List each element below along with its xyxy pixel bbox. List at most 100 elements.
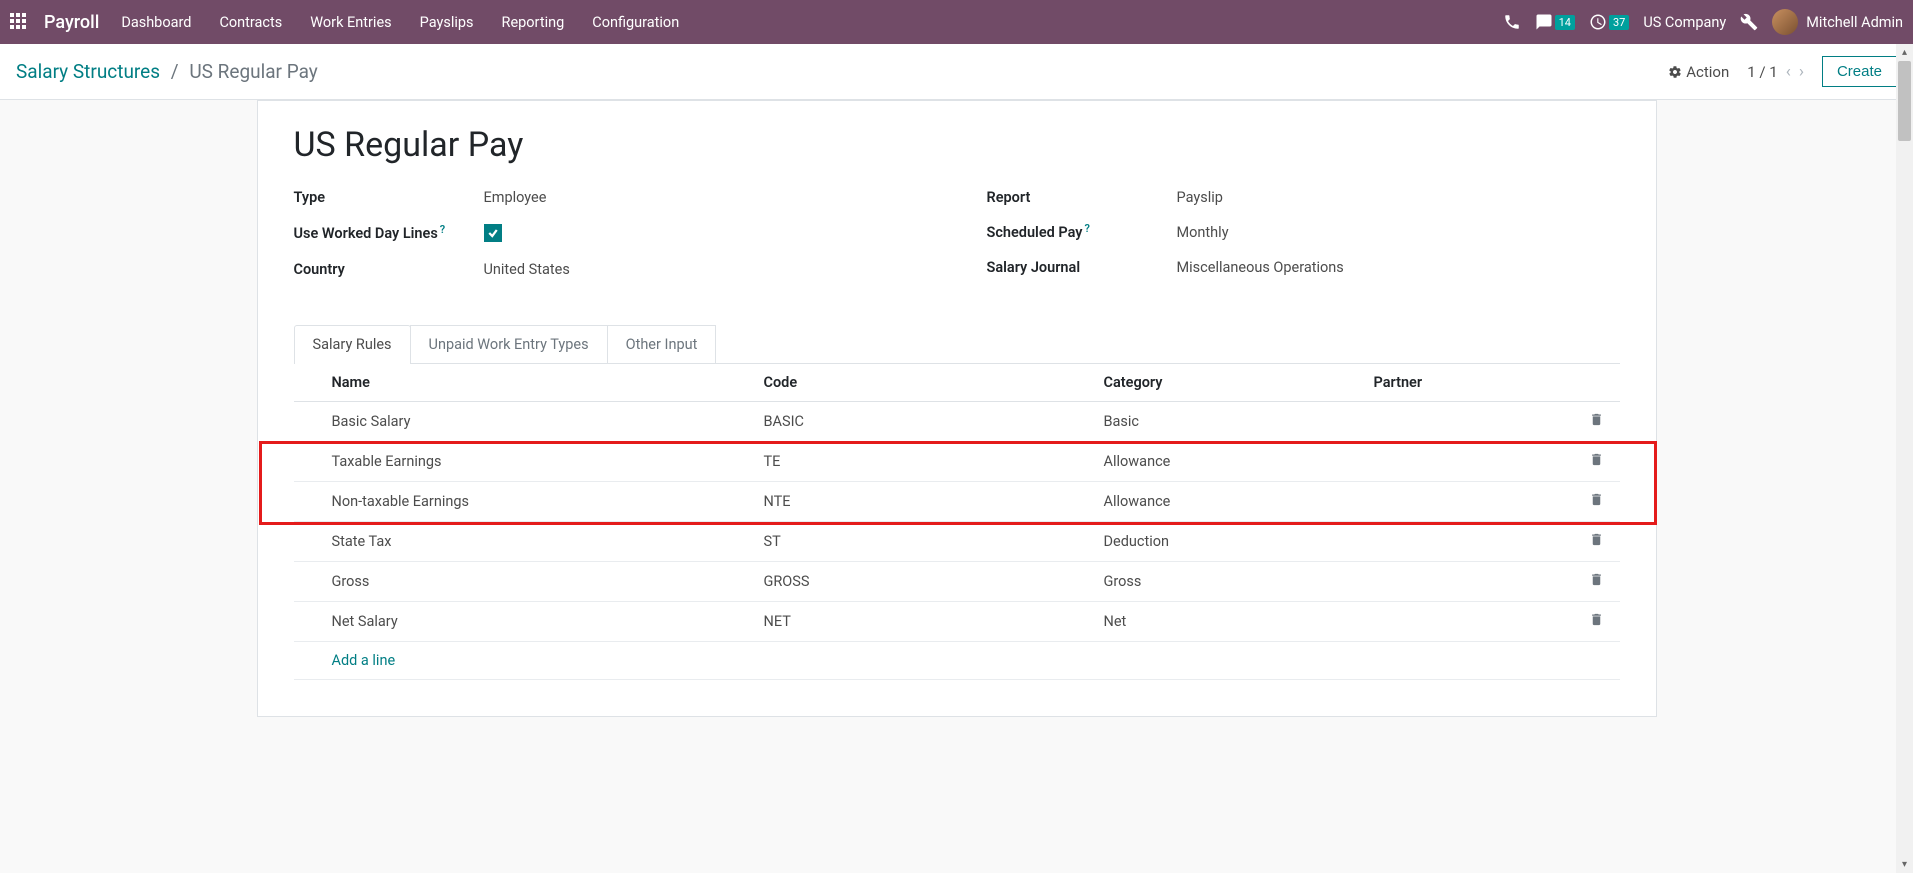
cell-partner[interactable]	[1374, 522, 1576, 562]
fields-col-right: Report Payslip Scheduled Pay ? Monthly S…	[987, 189, 1620, 296]
table-row[interactable]: Basic SalaryBASICBasic	[294, 402, 1620, 442]
nav-contracts[interactable]: Contracts	[219, 14, 282, 31]
cell-name[interactable]: Net Salary	[294, 602, 764, 642]
country-value[interactable]: United States	[484, 261, 570, 278]
breadcrumb-root[interactable]: Salary Structures	[16, 60, 160, 83]
form-container: US Regular Pay Type Employee Use Worked …	[0, 100, 1913, 757]
scrollbar[interactable]: ▴ ▾	[1896, 44, 1913, 873]
apps-icon[interactable]	[10, 13, 28, 31]
type-value[interactable]: Employee	[484, 189, 547, 206]
breadcrumb: Salary Structures / US Regular Pay	[16, 60, 318, 83]
user-avatar	[1772, 9, 1798, 35]
page-title: US Regular Pay	[294, 125, 1620, 165]
table-header-row: Name Code Category Partner	[294, 364, 1620, 402]
journal-value[interactable]: Miscellaneous Operations	[1177, 259, 1344, 276]
help-icon[interactable]: ?	[440, 223, 445, 236]
th-category[interactable]: Category	[1104, 364, 1374, 402]
field-country: Country United States	[294, 261, 927, 278]
help-icon[interactable]: ?	[1085, 222, 1090, 235]
cell-category[interactable]: Net	[1104, 602, 1374, 642]
nav-dashboard[interactable]: Dashboard	[121, 14, 191, 31]
pager-next[interactable]: ›	[1799, 62, 1804, 82]
form-sheet: US Regular Pay Type Employee Use Worked …	[257, 100, 1657, 717]
action-dropdown[interactable]: Action	[1668, 63, 1729, 81]
app-brand[interactable]: Payroll	[44, 12, 99, 33]
trash-icon[interactable]	[1589, 532, 1604, 547]
cell-partner[interactable]	[1374, 482, 1576, 522]
salary-rules-table: Name Code Category Partner Basic SalaryB…	[294, 364, 1620, 642]
report-value[interactable]: Payslip	[1177, 189, 1223, 206]
country-label: Country	[294, 261, 484, 278]
breadcrumb-current: US Regular Pay	[189, 60, 317, 83]
cell-name[interactable]: State Tax	[294, 522, 764, 562]
field-report: Report Payslip	[987, 189, 1620, 206]
cell-code[interactable]: NTE	[764, 482, 1104, 522]
th-code[interactable]: Code	[764, 364, 1104, 402]
messaging-icon[interactable]: 14	[1535, 13, 1575, 31]
trash-icon[interactable]	[1589, 452, 1604, 467]
trash-icon[interactable]	[1589, 572, 1604, 587]
cell-name[interactable]: Non-taxable Earnings	[294, 482, 764, 522]
company-switcher[interactable]: US Company	[1643, 14, 1726, 31]
pager-prev[interactable]: ‹	[1786, 62, 1791, 82]
tab-salary-rules[interactable]: Salary Rules	[294, 325, 411, 364]
table-row[interactable]: State TaxSTDeduction	[294, 522, 1620, 562]
user-menu[interactable]: Mitchell Admin	[1772, 9, 1903, 35]
table-row[interactable]: GrossGROSSGross	[294, 562, 1620, 602]
field-worked-day: Use Worked Day Lines ?	[294, 224, 927, 243]
cell-name[interactable]: Gross	[294, 562, 764, 602]
type-label: Type	[294, 189, 484, 206]
cell-category[interactable]: Gross	[1104, 562, 1374, 602]
cell-partner[interactable]	[1374, 402, 1576, 442]
nav-configuration[interactable]: Configuration	[592, 14, 679, 31]
tabs: Salary Rules Unpaid Work Entry Types Oth…	[294, 324, 1620, 364]
cell-code[interactable]: GROSS	[764, 562, 1104, 602]
cell-partner[interactable]	[1374, 602, 1576, 642]
cell-category[interactable]: Basic	[1104, 402, 1374, 442]
scrollbar-thumb[interactable]	[1898, 61, 1911, 141]
checkbox-checked-icon[interactable]	[484, 224, 502, 242]
table-row[interactable]: Taxable EarningsTEAllowance	[294, 442, 1620, 482]
nav-reporting[interactable]: Reporting	[502, 14, 565, 31]
debug-icon[interactable]	[1740, 13, 1758, 31]
activity-icon[interactable]: 37	[1589, 13, 1629, 31]
trash-icon[interactable]	[1589, 412, 1604, 427]
cell-name[interactable]: Basic Salary	[294, 402, 764, 442]
chat-badge: 14	[1555, 15, 1575, 30]
trash-icon[interactable]	[1589, 612, 1604, 627]
scheduled-value[interactable]: Monthly	[1177, 224, 1229, 241]
trash-icon[interactable]	[1589, 492, 1604, 507]
cell-category[interactable]: Allowance	[1104, 442, 1374, 482]
cell-code[interactable]: NET	[764, 602, 1104, 642]
cell-code[interactable]: BASIC	[764, 402, 1104, 442]
create-button[interactable]: Create	[1822, 56, 1897, 87]
field-scheduled: Scheduled Pay ? Monthly	[987, 224, 1620, 241]
nav-work-entries[interactable]: Work Entries	[310, 14, 391, 31]
report-label: Report	[987, 189, 1177, 206]
cell-code[interactable]: TE	[764, 442, 1104, 482]
th-partner[interactable]: Partner	[1374, 364, 1576, 402]
th-name[interactable]: Name	[294, 364, 764, 402]
breadcrumb-separator: /	[171, 60, 179, 83]
tab-other-input[interactable]: Other Input	[607, 325, 717, 364]
add-line-link[interactable]: Add a line	[294, 642, 1620, 680]
cell-category[interactable]: Allowance	[1104, 482, 1374, 522]
th-delete	[1576, 364, 1620, 402]
control-panel-right: Action 1 / 1 ‹ › Create	[1668, 56, 1897, 87]
scroll-down-icon[interactable]: ▾	[1896, 856, 1913, 873]
nav-payslips[interactable]: Payslips	[420, 14, 474, 31]
phone-icon[interactable]	[1503, 13, 1521, 31]
pager-text[interactable]: 1 / 1	[1747, 63, 1778, 81]
cell-category[interactable]: Deduction	[1104, 522, 1374, 562]
scroll-up-icon[interactable]: ▴	[1896, 44, 1913, 61]
cell-name[interactable]: Taxable Earnings	[294, 442, 764, 482]
worked-day-value[interactable]	[484, 224, 502, 243]
table-row[interactable]: Non-taxable EarningsNTEAllowance	[294, 482, 1620, 522]
cell-partner[interactable]	[1374, 442, 1576, 482]
cell-partner[interactable]	[1374, 562, 1576, 602]
table-row[interactable]: Net SalaryNETNet	[294, 602, 1620, 642]
cell-delete	[1576, 482, 1620, 522]
tab-unpaid-work-entry[interactable]: Unpaid Work Entry Types	[410, 325, 608, 364]
cell-code[interactable]: ST	[764, 522, 1104, 562]
user-name: Mitchell Admin	[1806, 14, 1903, 31]
